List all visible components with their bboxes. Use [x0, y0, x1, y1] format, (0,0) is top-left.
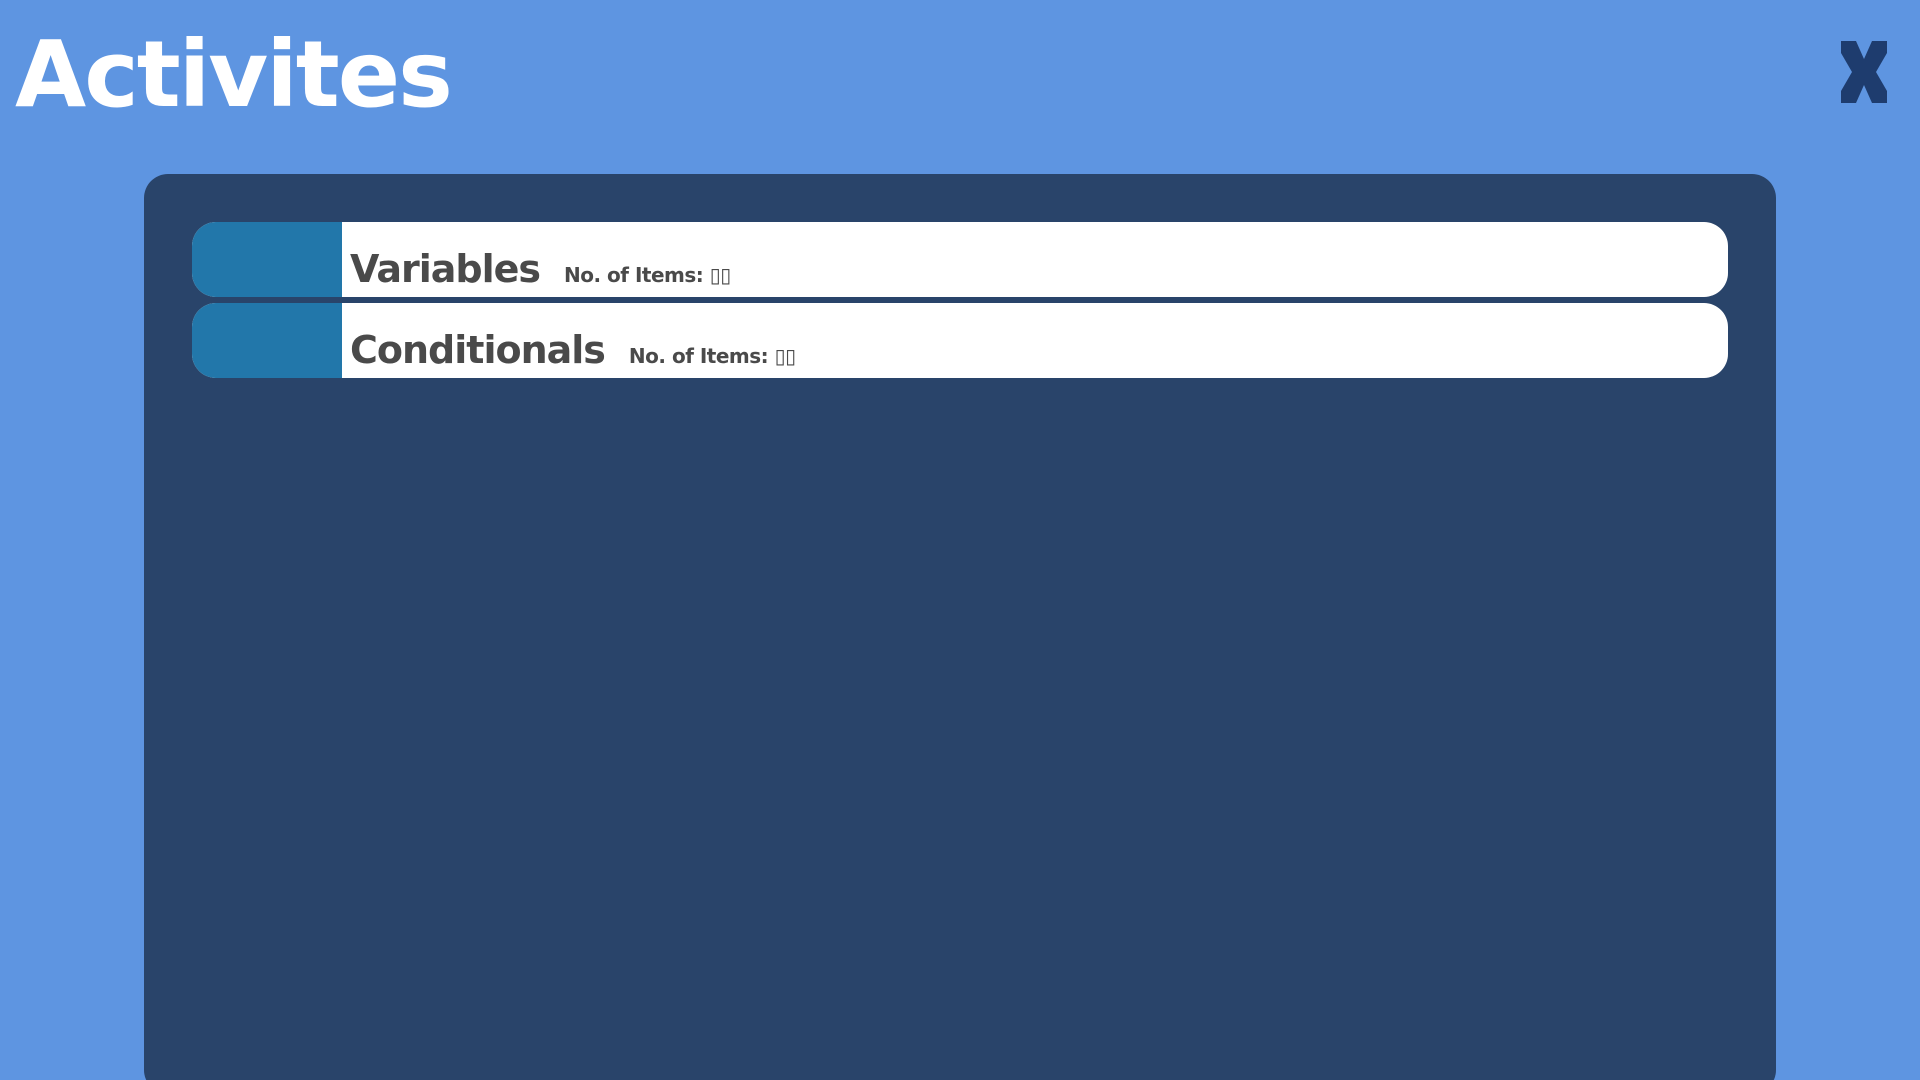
activities-panel: Variables No. of Items: ▯▯ Conditionals …	[144, 174, 1776, 1080]
activity-item-count: No. of Items: ▯▯	[564, 263, 731, 287]
activity-name: Variables	[350, 247, 541, 291]
activities-screen: Activites Variables No. of Items: ▯▯ Con…	[0, 0, 1920, 1080]
activity-color-swatch	[192, 303, 342, 378]
close-button[interactable]	[1836, 36, 1892, 108]
activity-row-variables[interactable]: Variables No. of Items: ▯▯	[192, 222, 1728, 297]
activity-name: Conditionals	[350, 328, 606, 372]
close-icon	[1841, 41, 1887, 103]
activity-item-count: No. of Items: ▯▯	[628, 344, 796, 368]
activity-row-body: Variables No. of Items: ▯▯	[342, 222, 731, 297]
activity-color-swatch	[192, 222, 342, 297]
activity-list: Variables No. of Items: ▯▯ Conditionals …	[192, 222, 1728, 384]
page-title: Activites	[15, 21, 453, 128]
activity-row-body: Conditionals No. of Items: ▯▯	[342, 303, 796, 378]
activity-row-conditionals[interactable]: Conditionals No. of Items: ▯▯	[192, 303, 1728, 378]
